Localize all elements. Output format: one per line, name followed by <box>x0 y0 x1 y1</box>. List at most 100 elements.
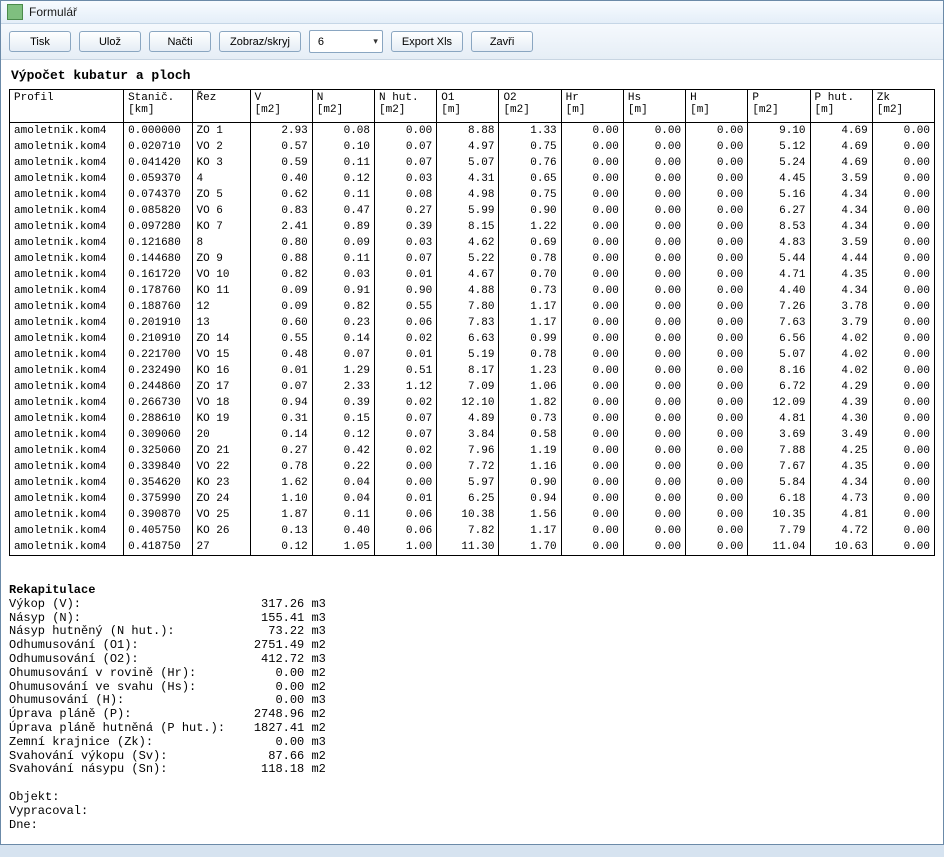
cell: 0.75 <box>499 139 561 155</box>
table-row: amoletnik.kom40.266730VO 180.940.390.021… <box>10 395 935 411</box>
cell: ZO 21 <box>192 443 250 459</box>
cell: 0.80 <box>250 235 312 251</box>
cell: amoletnik.kom4 <box>10 363 124 379</box>
cell: 10.63 <box>810 539 872 556</box>
cell: 0.00 <box>623 315 685 331</box>
cell: 0.00 <box>872 539 934 556</box>
cell: 0.210910 <box>124 331 192 347</box>
cell: 0.00 <box>623 459 685 475</box>
cell: 0.00 <box>561 523 623 539</box>
cell: 0.39 <box>312 395 374 411</box>
cell: 0.00 <box>872 155 934 171</box>
cell: 0.00 <box>623 267 685 283</box>
cell: 7.82 <box>437 523 499 539</box>
value-select[interactable]: 6 ▾ <box>309 30 383 53</box>
cell: 0.00 <box>872 427 934 443</box>
print-button[interactable]: Tisk <box>9 31 71 52</box>
cell: 4.30 <box>810 411 872 427</box>
cell: amoletnik.kom4 <box>10 123 124 140</box>
cell: 0.12 <box>312 427 374 443</box>
cell: 0.00 <box>872 203 934 219</box>
cell: VO 25 <box>192 507 250 523</box>
show-hide-button[interactable]: Zobraz/skryj <box>219 31 301 52</box>
cell: 0.09 <box>312 235 374 251</box>
cell: 1.19 <box>499 443 561 459</box>
cell: 0.00 <box>623 427 685 443</box>
cell: 0.00 <box>561 331 623 347</box>
cell: 3.59 <box>810 171 872 187</box>
save-button[interactable]: Ulož <box>79 31 141 52</box>
cell: 0.00 <box>872 459 934 475</box>
cell: 0.90 <box>375 283 437 299</box>
load-button[interactable]: Načti <box>149 31 211 52</box>
cell: 1.06 <box>499 379 561 395</box>
cell: 0.00 <box>561 507 623 523</box>
cell: amoletnik.kom4 <box>10 171 124 187</box>
cell: 8.88 <box>437 123 499 140</box>
cell: 4.44 <box>810 251 872 267</box>
cell: 9.10 <box>748 123 810 140</box>
cell: 0.00 <box>561 267 623 283</box>
export-xls-button[interactable]: Export Xls <box>391 31 463 52</box>
cell: 0.00 <box>561 539 623 556</box>
cell: 4 <box>192 171 250 187</box>
cell: amoletnik.kom4 <box>10 331 124 347</box>
cell: 4.88 <box>437 283 499 299</box>
cell: 5.84 <box>748 475 810 491</box>
cell: 5.97 <box>437 475 499 491</box>
cell: 0.55 <box>375 299 437 315</box>
cell: 0.00 <box>623 251 685 267</box>
cell: 4.45 <box>748 171 810 187</box>
cell: 0.06 <box>375 315 437 331</box>
cell: 8.15 <box>437 219 499 235</box>
cell: 0.00 <box>686 395 748 411</box>
cell: amoletnik.kom4 <box>10 347 124 363</box>
cell: 0.00 <box>623 155 685 171</box>
cell: 0.232490 <box>124 363 192 379</box>
cell: 0.00 <box>561 411 623 427</box>
cell: 4.34 <box>810 475 872 491</box>
cell: 0.00 <box>686 539 748 556</box>
cell: amoletnik.kom4 <box>10 315 124 331</box>
cell: amoletnik.kom4 <box>10 267 124 283</box>
cell: 0.01 <box>375 491 437 507</box>
col-header: O2[m2] <box>499 90 561 123</box>
cell: 0.02 <box>375 443 437 459</box>
cell: 0.78 <box>250 459 312 475</box>
cell: 0.00 <box>623 507 685 523</box>
close-button[interactable]: Zavři <box>471 31 533 52</box>
titlebar: Formulář <box>1 1 943 24</box>
cell: 0.02 <box>375 331 437 347</box>
cell: 0.00 <box>686 267 748 283</box>
table-row: amoletnik.kom40.178760KO 110.090.910.904… <box>10 283 935 299</box>
cell: 8.16 <box>748 363 810 379</box>
cell: 0.00 <box>623 539 685 556</box>
cell: 4.35 <box>810 459 872 475</box>
col-header: N hut.[m2] <box>375 90 437 123</box>
table-row: amoletnik.kom40.390870VO 251.870.110.061… <box>10 507 935 523</box>
cell: 0.00 <box>561 347 623 363</box>
cell: 0.07 <box>375 427 437 443</box>
cell: 0.89 <box>312 219 374 235</box>
cell: 2.41 <box>250 219 312 235</box>
cell: KO 23 <box>192 475 250 491</box>
cell: 0.144680 <box>124 251 192 267</box>
cell: 0.01 <box>250 363 312 379</box>
cell: 4.31 <box>437 171 499 187</box>
cell: 0.08 <box>312 123 374 140</box>
cell: 3.59 <box>810 235 872 251</box>
cell: 0.82 <box>250 267 312 283</box>
cell: amoletnik.kom4 <box>10 427 124 443</box>
cell: 0.00 <box>561 379 623 395</box>
cell: 0.00 <box>375 123 437 140</box>
cell: 12.09 <box>748 395 810 411</box>
cell: 0.09 <box>250 283 312 299</box>
cell: amoletnik.kom4 <box>10 187 124 203</box>
cell: 0.161720 <box>124 267 192 283</box>
select-value: 6 <box>318 36 324 48</box>
cell: 0.78 <box>499 347 561 363</box>
cell: 0.22 <box>312 459 374 475</box>
cell: 0.00 <box>872 171 934 187</box>
col-header: Řez <box>192 90 250 123</box>
cell: 0.00 <box>872 139 934 155</box>
